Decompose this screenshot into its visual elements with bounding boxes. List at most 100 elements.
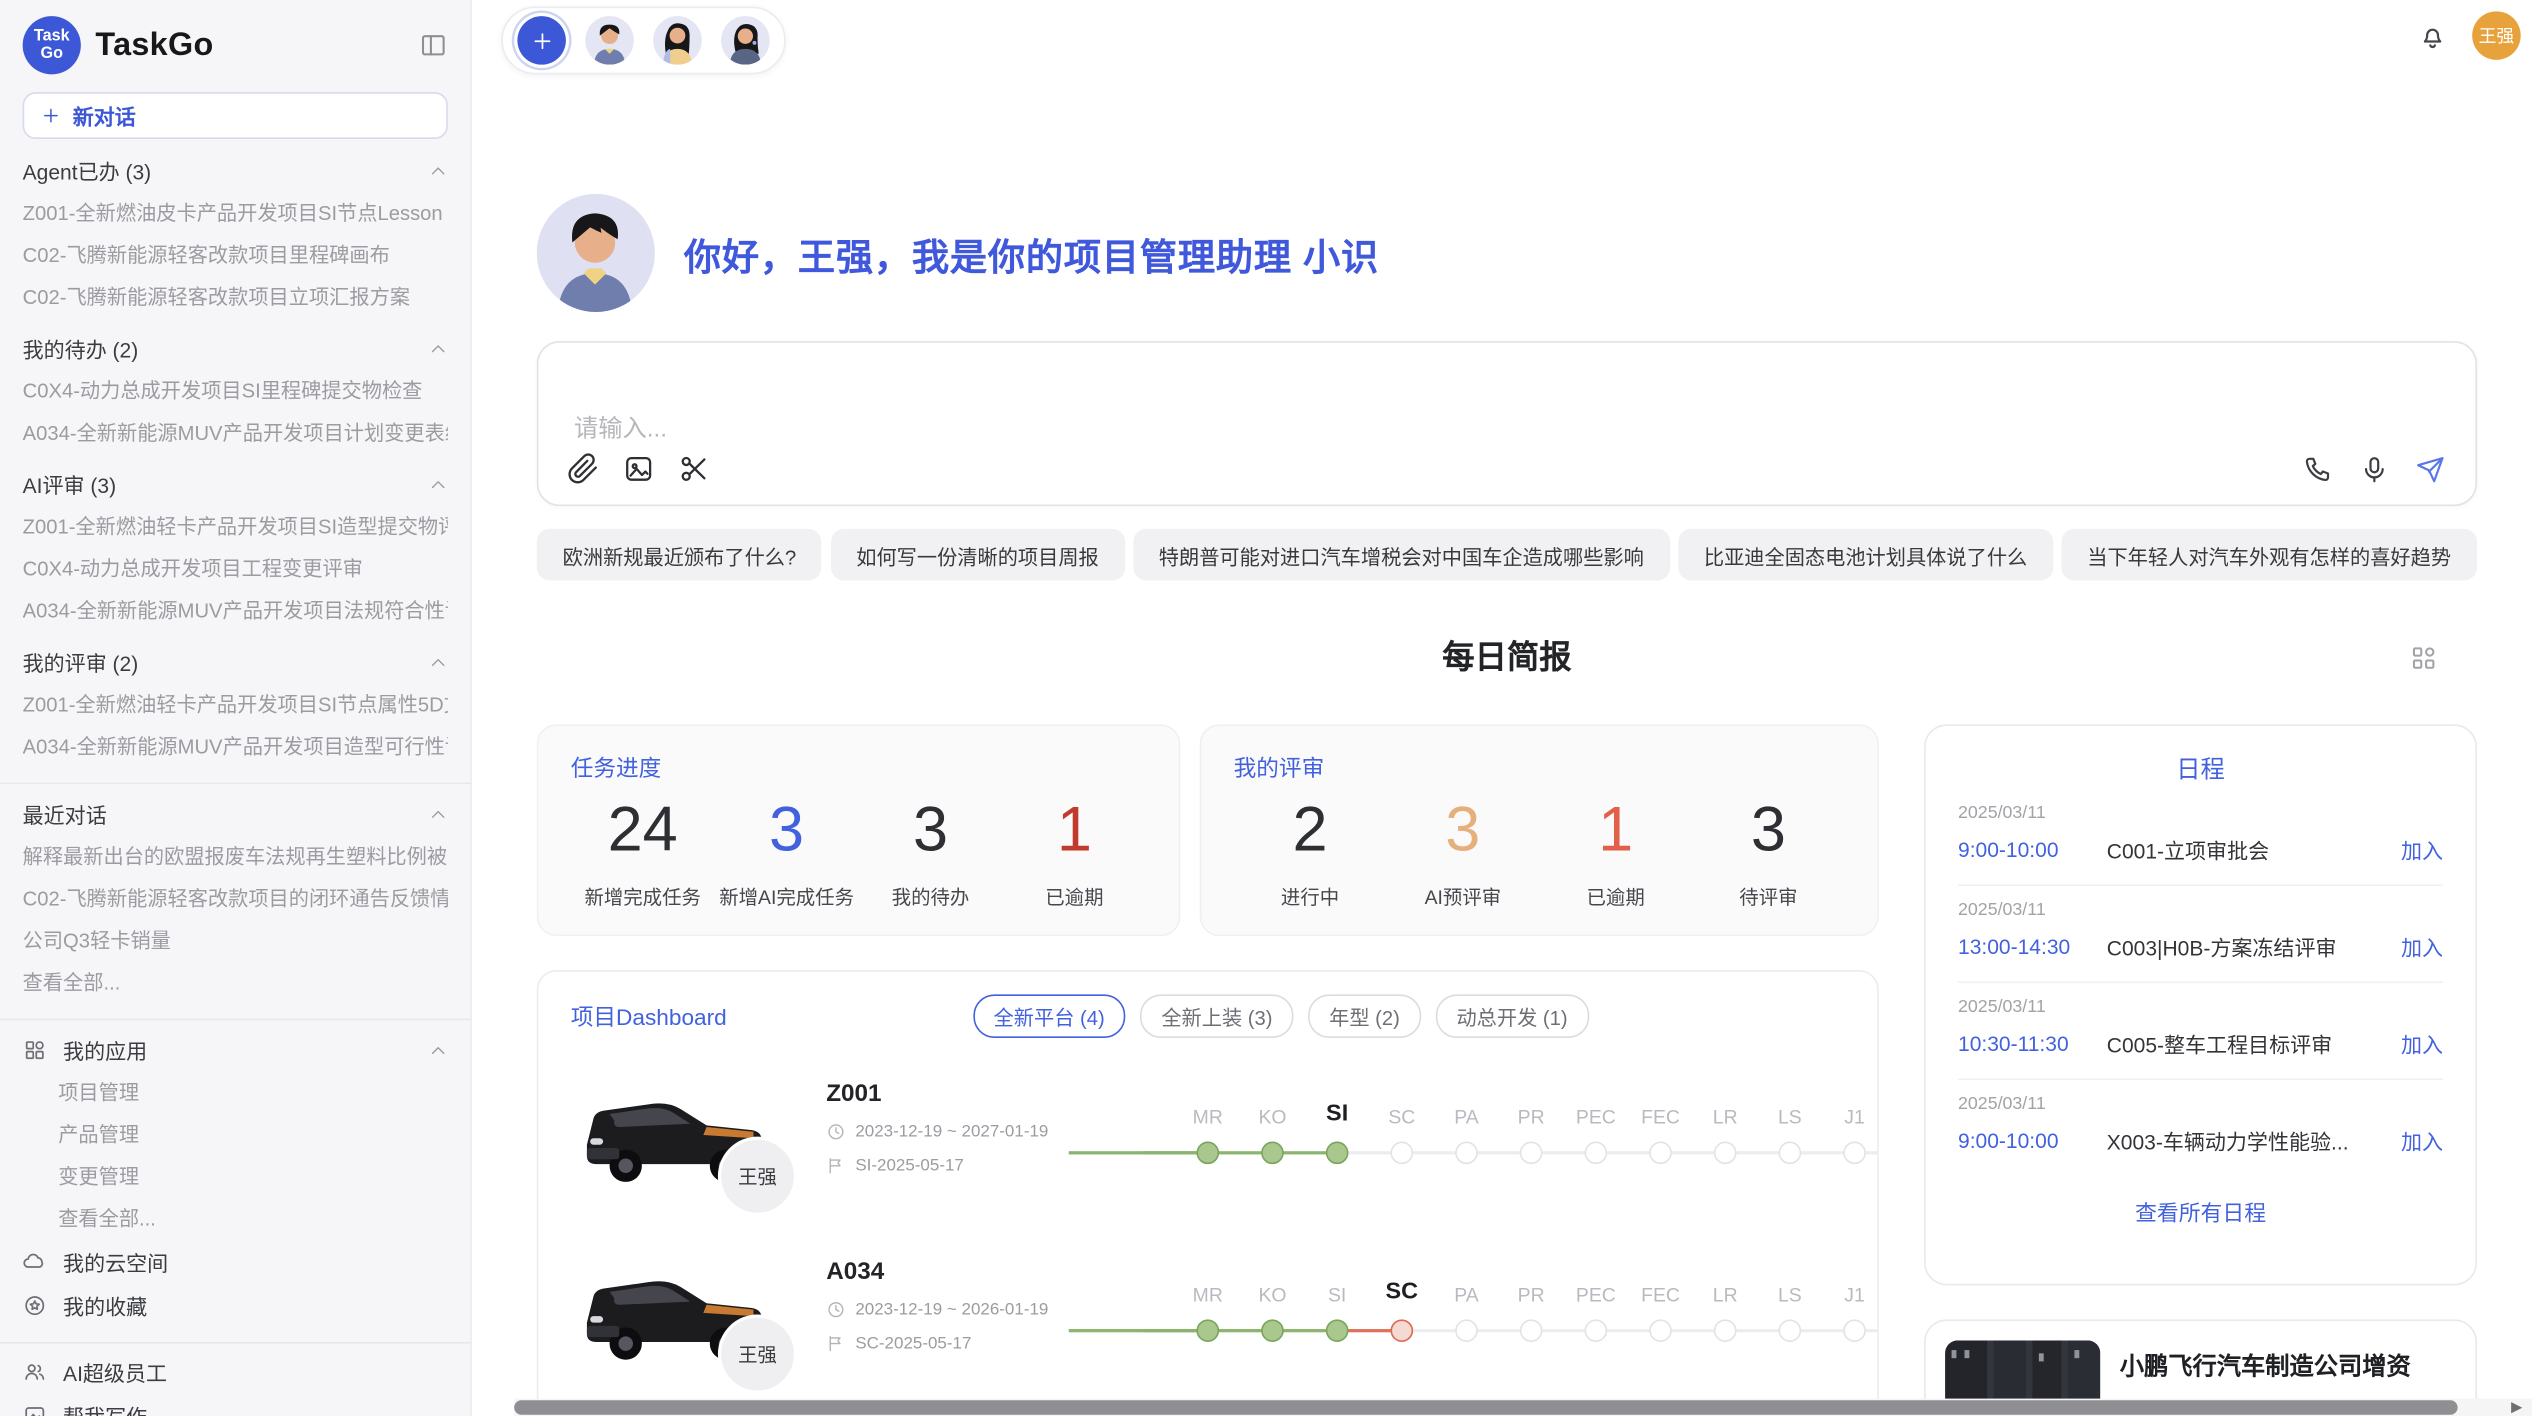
- schedule-time: 9:00-10:00: [1958, 1129, 2107, 1153]
- milestone-pa[interactable]: PA: [1434, 1080, 1499, 1216]
- sidebar-link[interactable]: 我的云空间: [23, 1240, 448, 1284]
- suggestion-chip[interactable]: 比亚迪全固态电池计划具体说了什么: [1678, 529, 2053, 581]
- sidebar-list-item[interactable]: Z001-全新燃油皮卡产品开发项目SI节点Lesson Learn报告: [23, 192, 448, 234]
- milestone-pec[interactable]: PEC: [1564, 1080, 1629, 1216]
- sidebar-list-item[interactable]: 项目管理: [23, 1072, 448, 1114]
- milestone-pr[interactable]: PR: [1499, 1258, 1564, 1394]
- milestone-j1[interactable]: J1: [1822, 1080, 1879, 1216]
- sidebar-list-item[interactable]: Z001-全新燃油轻卡产品开发项目SI造型提交物评审: [23, 506, 448, 548]
- milestone-pec[interactable]: PEC: [1564, 1258, 1629, 1394]
- milestone-label: PR: [1499, 1106, 1564, 1129]
- dashboard-filter-chip[interactable]: 全新上装 (3): [1140, 994, 1293, 1038]
- suggestion-chip[interactable]: 如何写一份清晰的项目周报: [830, 529, 1124, 581]
- milestone-si[interactable]: SI: [1305, 1080, 1370, 1216]
- milestone-si[interactable]: SI: [1305, 1258, 1370, 1394]
- horizontal-scrollbar[interactable]: ▶: [514, 1399, 2532, 1416]
- milestone-lr[interactable]: LR: [1693, 1080, 1758, 1216]
- user-avatar[interactable]: 王强: [2472, 11, 2521, 60]
- project-row[interactable]: 王强 A034 2023-12-19 ~ 2026-01-19 SC-2025-…: [571, 1255, 1845, 1394]
- suggestion-chip[interactable]: 特朗普可能对进口汽车增税会对中国车企造成哪些影响: [1133, 529, 1670, 581]
- schedule-time: 9:00-10:00: [1958, 838, 2107, 862]
- stat-card: 任务进度 24 新增完成任务 3 新增AI完成任务 3 我的待办 1 已逾期: [537, 724, 1181, 936]
- milestone-fec[interactable]: FEC: [1628, 1080, 1693, 1216]
- milestone-ls[interactable]: LS: [1758, 1080, 1823, 1216]
- milestone-ko[interactable]: KO: [1240, 1258, 1305, 1394]
- attach-file-icon[interactable]: [568, 453, 600, 485]
- send-icon[interactable]: [2416, 454, 2447, 485]
- suggestion-chip[interactable]: 欧洲新规最近颁布了什么?: [537, 529, 822, 581]
- insert-image-icon[interactable]: [622, 453, 654, 485]
- project-flag-milestone: SI-2025-05-17: [855, 1156, 964, 1175]
- sidebar-section-header[interactable]: AI评审 (3): [23, 462, 448, 506]
- chevron-up-icon[interactable]: [428, 1040, 447, 1059]
- sidebar-list-item[interactable]: 变更管理: [23, 1156, 448, 1198]
- sidebar-link[interactable]: 帮我写作: [23, 1394, 448, 1416]
- chat-input[interactable]: 请输入...: [574, 411, 667, 445]
- stat-label: 进行中: [1234, 883, 1387, 910]
- sidebar-section-header[interactable]: Agent已办 (3): [23, 149, 448, 193]
- view-all-schedule-link[interactable]: 查看所有日程: [1958, 1195, 2443, 1227]
- collapse-sidebar-icon[interactable]: [419, 31, 448, 60]
- milestone-dot: [1196, 1319, 1219, 1342]
- milestone-sc[interactable]: SC: [1369, 1258, 1434, 1394]
- suggestion-chip[interactable]: 当下年轻人对汽车外观有怎样的喜好趋势: [2061, 529, 2477, 581]
- sidebar-link[interactable]: AI超级员工: [23, 1350, 448, 1394]
- sidebar-list-item[interactable]: 公司Q3轻卡销量: [23, 920, 448, 962]
- sidebar-link[interactable]: 我的收藏: [23, 1284, 448, 1328]
- sidebar-list-item[interactable]: 解释最新出台的欧盟报废车法规再生塑料比例被调至15%...: [23, 836, 448, 878]
- sidebar-section-header[interactable]: 我的评审 (2): [23, 640, 448, 684]
- sidebar-list-item[interactable]: C0X4-动力总成开发项目工程变更评审: [23, 548, 448, 590]
- milestone-mr[interactable]: MR: [1175, 1258, 1240, 1394]
- dashboard-filter-chip[interactable]: 年型 (2): [1308, 994, 1421, 1038]
- sidebar-list-item[interactable]: 查看全部...: [23, 962, 448, 1004]
- milestone-sc[interactable]: SC: [1369, 1080, 1434, 1216]
- sidebar-section-header[interactable]: 最近对话: [23, 792, 448, 836]
- project-owner-avatar: 王强: [718, 1137, 797, 1216]
- milestone-dot: [1714, 1319, 1737, 1342]
- chevron-up-icon[interactable]: [428, 804, 447, 823]
- microphone-icon[interactable]: [2359, 454, 2390, 485]
- join-meeting-link[interactable]: 加入: [2401, 834, 2443, 865]
- chevron-up-icon[interactable]: [428, 339, 447, 358]
- milestone-lr[interactable]: LR: [1693, 1258, 1758, 1394]
- stat-label: 待评审: [1692, 883, 1845, 910]
- sidebar-list-item[interactable]: 查看全部...: [23, 1198, 448, 1240]
- milestone-dot: [1261, 1319, 1284, 1342]
- sidebar-list-item[interactable]: 产品管理: [23, 1114, 448, 1156]
- sidebar-list-item[interactable]: A034-全新新能源MUV产品开发项目法规符合性评审: [23, 590, 448, 632]
- screenshot-scissors-icon[interactable]: [677, 453, 709, 485]
- sidebar-list-item[interactable]: C02-飞腾新能源轻客改款项目的闭环通告反馈情况: [23, 878, 448, 920]
- sidebar-list-item[interactable]: Z001-全新燃油轻卡产品开发项目SI节点属性5D文件评审: [23, 684, 448, 726]
- milestone-ls[interactable]: LS: [1758, 1258, 1823, 1394]
- milestone-fec[interactable]: FEC: [1628, 1258, 1693, 1394]
- sidebar-list-item[interactable]: C0X4-动力总成开发项目SI里程碑提交物检查: [23, 370, 448, 412]
- milestone-j1[interactable]: J1: [1822, 1258, 1879, 1394]
- milestone-dot: [1261, 1142, 1284, 1165]
- scrollbar-thumb[interactable]: [514, 1400, 2457, 1415]
- chevron-up-icon[interactable]: [428, 475, 447, 494]
- sidebar-list-item[interactable]: A034-全新新能源MUV产品开发项目计划变更表编写: [23, 412, 448, 454]
- dashboard-filter-chip[interactable]: 动总开发 (1): [1435, 994, 1588, 1038]
- dashboard-filter-chip[interactable]: 全新平台 (4): [973, 994, 1126, 1038]
- sidebar-section-header[interactable]: 我的待办 (2): [23, 327, 448, 371]
- sidebar-list-item[interactable]: A034-全新新能源MUV产品开发项目造型可行性评审: [23, 726, 448, 768]
- i-cloud-icon: [23, 1250, 47, 1274]
- chevron-up-icon[interactable]: [428, 652, 447, 671]
- join-meeting-link[interactable]: 加入: [2401, 1028, 2443, 1059]
- project-row[interactable]: 王强 Z001 2023-12-19 ~ 2027-01-19 SI-2025-…: [571, 1077, 1845, 1216]
- layout-grid-icon[interactable]: [2409, 644, 2438, 673]
- i-star-icon: [23, 1293, 47, 1317]
- new-chat-button[interactable]: 新对话: [23, 92, 448, 139]
- milestone-pr[interactable]: PR: [1499, 1080, 1564, 1216]
- join-meeting-link[interactable]: 加入: [2401, 1125, 2443, 1156]
- milestone-pa[interactable]: PA: [1434, 1258, 1499, 1394]
- milestone-ko[interactable]: KO: [1240, 1080, 1305, 1216]
- sidebar-list-item[interactable]: C02-飞腾新能源轻客改款项目立项汇报方案: [23, 276, 448, 318]
- voice-call-icon[interactable]: [2302, 454, 2333, 485]
- milestone-mr[interactable]: MR: [1175, 1080, 1240, 1216]
- sidebar-list-item[interactable]: C02-飞腾新能源轻客改款项目里程碑画布: [23, 234, 448, 276]
- join-meeting-link[interactable]: 加入: [2401, 931, 2443, 962]
- chevron-up-icon[interactable]: [428, 161, 447, 180]
- sidebar-item-my-apps[interactable]: 我的应用: [23, 1028, 448, 1072]
- scrollbar-right-arrow[interactable]: ▶: [2511, 1399, 2522, 1416]
